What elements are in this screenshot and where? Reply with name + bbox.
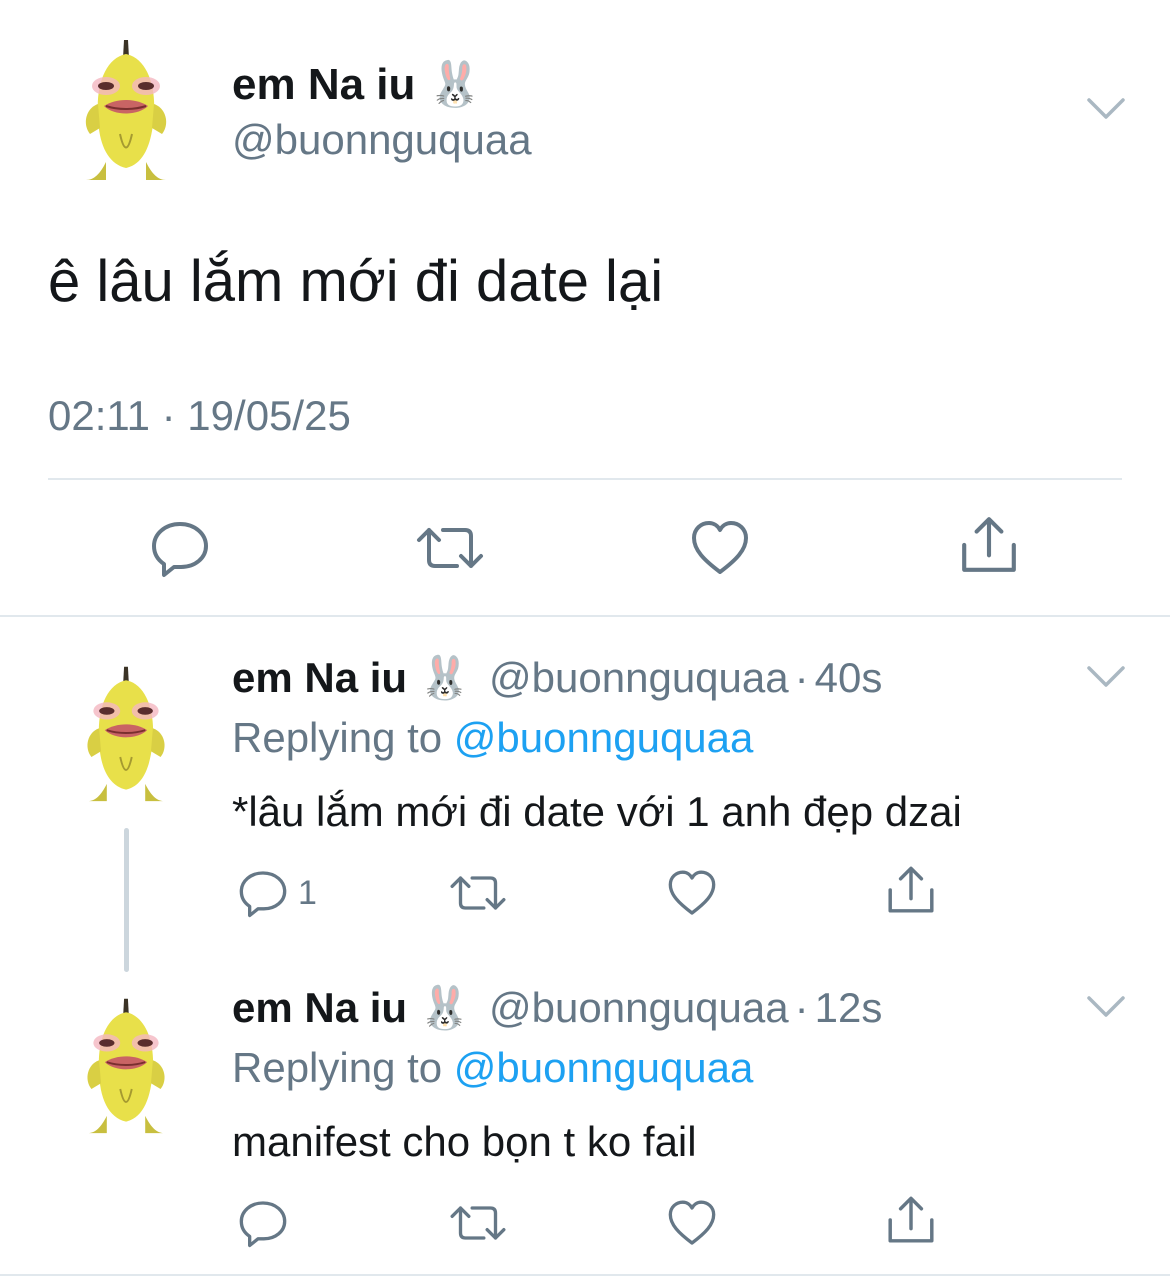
like-icon	[667, 868, 717, 918]
tweet-text: *lâu lắm mới đi date với 1 anh đẹp dzai	[232, 788, 962, 835]
tweet-text: manifest cho bọn t ko fail	[232, 1118, 697, 1165]
more-options-chevron-icon[interactable]	[1086, 96, 1126, 122]
replying-to-link[interactable]: @buonnguquaa	[454, 1044, 754, 1091]
like-button[interactable]	[667, 1198, 717, 1248]
display-name-text: em Na iu	[232, 654, 408, 701]
reply-button[interactable]	[238, 1198, 288, 1248]
display-name[interactable]: em Na iu 🐰	[232, 984, 471, 1033]
like-icon	[690, 518, 750, 578]
replying-to: Replying to @buonnguquaa	[232, 1044, 753, 1092]
rabbit-emoji: 🐰	[418, 654, 472, 701]
handle[interactable]: @buonnguquaa	[489, 984, 789, 1032]
replying-to: Replying to @buonnguquaa	[232, 714, 753, 762]
replying-prefix: Replying to	[232, 714, 443, 761]
share-icon	[958, 514, 1020, 576]
separator: ·	[794, 654, 809, 701]
avatar[interactable]	[78, 990, 174, 1140]
share-button[interactable]	[958, 514, 1020, 576]
retweet-button[interactable]	[448, 1198, 508, 1248]
rabbit-emoji: 🐰	[418, 984, 472, 1031]
banana-avatar-icon	[78, 990, 174, 1140]
thread-connector	[124, 828, 129, 972]
tweet-age[interactable]: 40s	[815, 654, 883, 702]
retweet-icon	[415, 518, 485, 578]
tweet-text: ê lâu lắm mới đi date lại	[48, 249, 664, 314]
replying-to-link[interactable]: @buonnguquaa	[454, 714, 754, 761]
retweet-button[interactable]	[415, 518, 485, 578]
display-name[interactable]: em Na iu 🐰	[232, 58, 482, 110]
like-icon	[667, 1198, 717, 1248]
more-options-chevron-icon[interactable]	[1086, 994, 1126, 1020]
divider	[0, 1274, 1170, 1276]
display-name-text: em Na iu	[232, 60, 416, 109]
tweet-age[interactable]: 12s	[815, 984, 883, 1032]
more-options-chevron-icon[interactable]	[1086, 664, 1126, 690]
share-icon	[885, 1194, 937, 1246]
banana-avatar-icon	[78, 658, 174, 808]
reply-header: em Na iu 🐰 @buonnguquaa · 40s	[232, 654, 882, 703]
handle[interactable]: @buonnguquaa	[232, 116, 532, 164]
replying-prefix: Replying to	[232, 1044, 443, 1091]
separator: ·	[794, 984, 809, 1031]
share-button[interactable]	[885, 864, 937, 916]
handle[interactable]: @buonnguquaa	[489, 654, 789, 702]
divider	[48, 478, 1122, 480]
reply-icon	[238, 1198, 288, 1248]
banana-avatar-icon	[76, 34, 176, 184]
share-button[interactable]	[885, 1194, 937, 1246]
retweet-button[interactable]	[448, 868, 508, 918]
like-button[interactable]	[690, 518, 750, 578]
avatar[interactable]	[76, 34, 176, 184]
reply-icon	[238, 868, 288, 918]
reply-button[interactable]: 1	[238, 868, 317, 918]
retweet-icon	[448, 868, 508, 918]
display-name-text: em Na iu	[232, 984, 408, 1031]
reply-header: em Na iu 🐰 @buonnguquaa · 12s	[232, 984, 882, 1033]
reply-icon	[150, 518, 210, 578]
reply-button[interactable]	[150, 518, 210, 578]
tweet-timestamp[interactable]: 02:11 · 19/05/25	[48, 392, 351, 440]
retweet-icon	[448, 1198, 508, 1248]
share-icon	[885, 864, 937, 916]
avatar[interactable]	[78, 658, 174, 808]
divider	[0, 615, 1170, 617]
display-name[interactable]: em Na iu 🐰	[232, 654, 471, 703]
reply-count: 1	[298, 873, 317, 912]
rabbit-emoji: 🐰	[427, 60, 483, 109]
like-button[interactable]	[667, 868, 717, 918]
